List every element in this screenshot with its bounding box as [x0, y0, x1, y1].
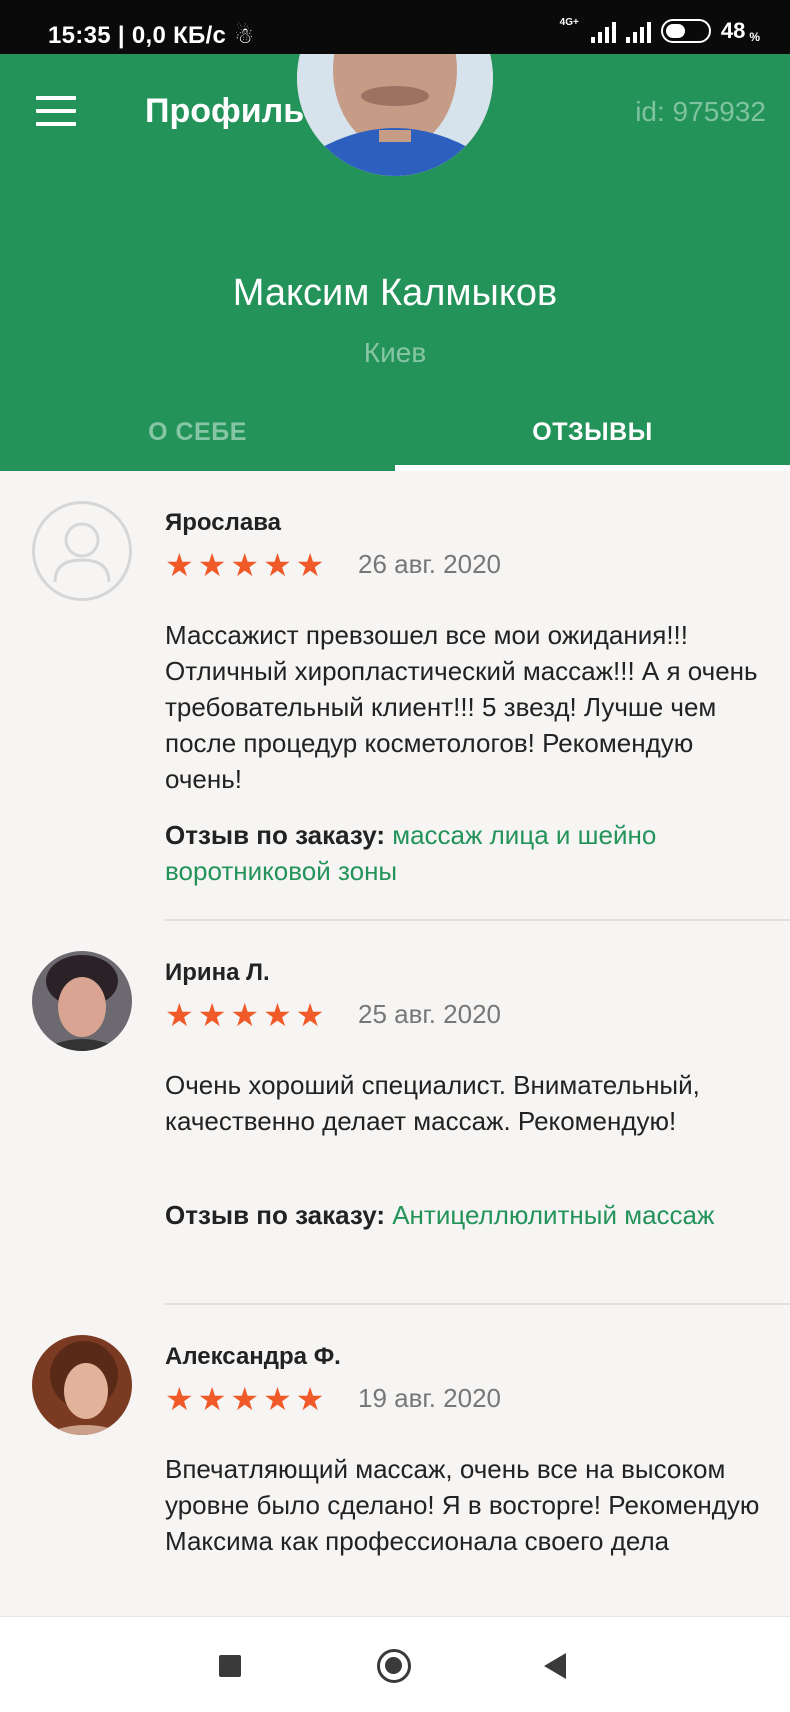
- battery-level: 48: [720, 18, 746, 43]
- star-icon: ★: [263, 1381, 292, 1417]
- back-icon[interactable]: [544, 1653, 566, 1679]
- screen: 15:35 | 0,0 КБ/с ☃ 4G+ 48 % Профиль id: …: [0, 0, 790, 1712]
- user-avatar[interactable]: [32, 1335, 132, 1435]
- review-item: Александра Ф. ★ ★ ★ ★ ★ 19 авг. 2020 Впечатл…: [0, 1305, 790, 1616]
- profile-photo-icon: [297, 54, 493, 176]
- network-type: 4G+: [559, 17, 579, 28]
- status-bar: 15:35 | 0,0 КБ/с ☃ 4G+ 48 %: [0, 0, 790, 54]
- profile-avatar: [297, 54, 493, 176]
- star-icon: ★: [230, 997, 260, 1033]
- user-placeholder-icon[interactable]: [32, 501, 132, 601]
- user-avatar[interactable]: [32, 951, 132, 1051]
- profile-name: Максим Калмыков: [232, 272, 558, 314]
- status-time-speed: 15:35 | 0,0 КБ/с: [48, 22, 227, 49]
- star-icon: ★: [197, 997, 227, 1033]
- review-author: Ирина Л.: [165, 959, 270, 986]
- reviews-list[interactable]: Ярослава ★ ★ ★ ★ ★ 26 авг. 2020 Массажист пр…: [0, 471, 790, 1616]
- ghost-notification-icon: ☃: [234, 23, 255, 48]
- profile-header: Профиль id: 975932 Максим Калмыков Киев …: [0, 54, 790, 471]
- star-icon: ★: [197, 547, 227, 583]
- star-icon: ★: [295, 997, 325, 1033]
- order-label: Отзыв по заказу:: [165, 820, 385, 850]
- star-icon: ★: [165, 1381, 194, 1417]
- review-item: Ярослава ★ ★ ★ ★ ★ 26 авг. 2020 Массажист пр…: [0, 471, 790, 921]
- profile-city: Киев: [363, 337, 427, 368]
- page-title: Профиль: [145, 92, 305, 130]
- star-icon: ★: [230, 1381, 260, 1417]
- recent-apps-icon[interactable]: [219, 1655, 241, 1677]
- rating-stars: ★ ★ ★ ★ ★: [165, 1383, 324, 1415]
- rating-stars: ★ ★ ★ ★ ★: [165, 999, 324, 1031]
- review-date: 25 авг. 2020: [358, 999, 502, 1029]
- star-icon: ★: [197, 1381, 227, 1417]
- system-nav-bar: [0, 1616, 790, 1712]
- review-date: 26 авг. 2020: [358, 549, 502, 579]
- review-text: Впечатляющий массаж, очень все на высоко…: [165, 1454, 760, 1556]
- review-author: Ярослава: [165, 509, 281, 536]
- status-right: 4G+ 48 %: [559, 17, 760, 45]
- review-item: Ирина Л. ★ ★ ★ ★ ★ 25 авг. 2020 Очень хороши…: [0, 921, 790, 1305]
- order-label: Отзыв по заказу:: [165, 1200, 385, 1230]
- review-author: Александра Ф.: [165, 1343, 341, 1370]
- review-order: Отзыв по заказу: Антицеллюлитный массаж: [165, 1197, 765, 1233]
- menu-button[interactable]: [36, 96, 76, 126]
- tab-reviews[interactable]: ОТЗЫВЫ: [395, 404, 790, 471]
- status-left: 15:35 | 0,0 КБ/с ☃: [48, 22, 254, 50]
- cellular-signal-icon: [590, 19, 616, 43]
- review-order: Отзыв по заказу: массаж лица и шейно вор…: [165, 817, 765, 889]
- user-photo-icon: [32, 1335, 132, 1435]
- review-text: Очень хороший специалист. Внимательный, …: [165, 1070, 700, 1136]
- review-date: 19 авг. 2020: [358, 1383, 502, 1413]
- review-text: Массажист превзошел все мои ожидания!!! …: [165, 620, 758, 794]
- tab-about[interactable]: О СЕБЕ: [0, 404, 395, 471]
- star-icon: ★: [263, 547, 292, 583]
- star-icon: ★: [263, 997, 292, 1033]
- order-link[interactable]: Антицеллюлитный массаж: [392, 1200, 714, 1230]
- user-photo-icon: [32, 951, 132, 1051]
- profile-id: id: 975932: [635, 96, 766, 127]
- rating-stars: ★ ★ ★ ★ ★: [165, 549, 324, 581]
- star-icon: ★: [295, 1381, 325, 1417]
- cellular-signal-2-icon: [625, 19, 651, 43]
- star-icon: ★: [230, 547, 260, 583]
- battery-unit: %: [749, 30, 760, 44]
- star-icon: ★: [295, 547, 325, 583]
- star-icon: ★: [165, 997, 194, 1033]
- star-icon: ★: [165, 547, 194, 583]
- home-icon[interactable]: [377, 1649, 411, 1683]
- battery-icon: [660, 19, 711, 43]
